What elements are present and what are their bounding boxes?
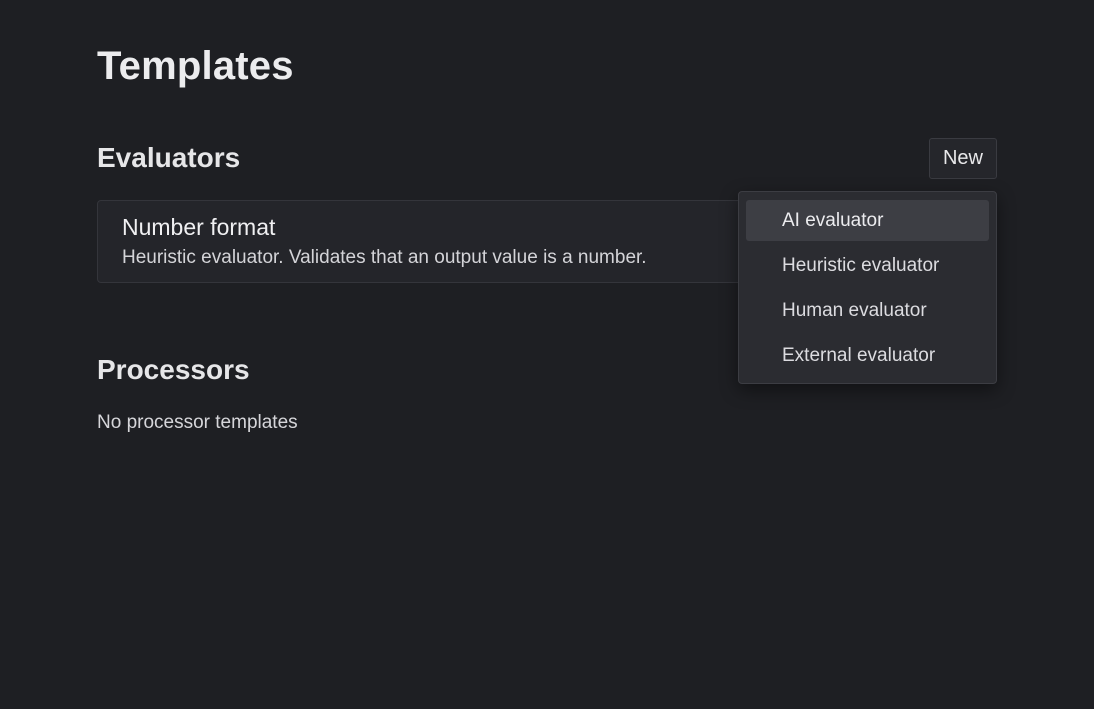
processors-section-title: Processors [97, 354, 250, 385]
menu-item-ai-evaluator[interactable]: AI evaluator [746, 200, 989, 241]
menu-item-external-evaluator[interactable]: External evaluator [746, 335, 989, 376]
templates-page: Templates Evaluators New Number format H… [0, 0, 1094, 709]
template-name: Number format [122, 214, 276, 240]
menu-item-heuristic-evaluator[interactable]: Heuristic evaluator [746, 245, 989, 286]
new-evaluator-button[interactable]: New [929, 138, 997, 179]
processors-empty-state: No processor templates [97, 412, 298, 433]
evaluator-template-card[interactable]: Number format Heuristic evaluator. Valid… [97, 200, 757, 283]
template-description: Heuristic evaluator. Validates that an o… [122, 247, 647, 268]
page-title: Templates [97, 44, 294, 88]
evaluators-section-title: Evaluators [97, 142, 241, 173]
menu-item-human-evaluator[interactable]: Human evaluator [746, 290, 989, 331]
new-evaluator-dropdown-menu: AI evaluator Heuristic evaluator Human e… [738, 191, 997, 384]
